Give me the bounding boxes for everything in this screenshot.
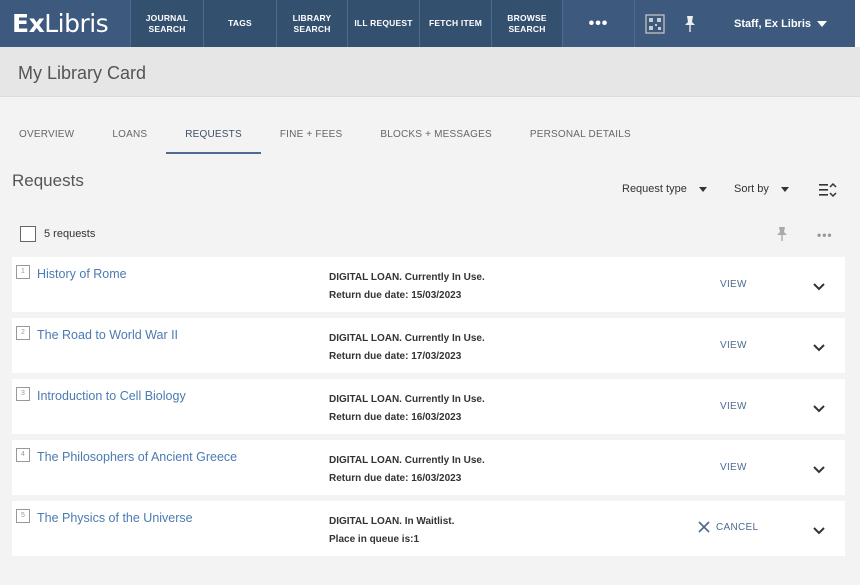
- request-status: DIGITAL LOAN. Currently In Use. Return d…: [329, 330, 485, 366]
- tab-requests[interactable]: REQUESTS: [166, 118, 261, 154]
- section-title: Requests: [12, 171, 84, 190]
- logo-libris: Libris: [44, 9, 109, 38]
- request-status: DIGITAL LOAN. In Waitlist. Place in queu…: [329, 513, 454, 549]
- nav-browse-search[interactable]: BROWSE SEARCH: [491, 0, 562, 47]
- more-options-icon[interactable]: •••: [817, 228, 833, 242]
- request-type-dropdown[interactable]: Request type: [622, 183, 707, 195]
- request-status-line2: Return due date: 16/03/2023: [329, 412, 462, 423]
- caret-down-icon: [698, 186, 707, 192]
- nav-fetch-item[interactable]: FETCH ITEM: [419, 0, 491, 47]
- nav-ill-request[interactable]: ILL REQUEST: [347, 0, 419, 47]
- chevron-down-icon[interactable]: [812, 340, 826, 358]
- nav-more-dots[interactable]: •••: [562, 0, 634, 47]
- expand-collapse-all-icon[interactable]: [819, 182, 837, 203]
- tab-personal-details[interactable]: PERSONAL DETAILS: [511, 118, 650, 154]
- qr-code-icon[interactable]: [634, 0, 674, 47]
- view-button[interactable]: VIEW: [720, 340, 747, 351]
- view-button[interactable]: VIEW: [720, 279, 747, 290]
- top-navigation-bar: Ex Libris JOURNAL SEARCH TAGS LIBRARY SEA…: [0, 0, 855, 47]
- chevron-down-icon[interactable]: [812, 279, 826, 297]
- user-name: Staff, Ex Libris: [734, 17, 812, 30]
- tab-overview[interactable]: OVERVIEW: [0, 118, 93, 154]
- request-status-line2: Return due date: 17/03/2023: [329, 351, 462, 362]
- row-number: 1: [16, 265, 30, 279]
- request-row: 3 Introduction to Cell Biology DIGITAL L…: [12, 379, 845, 434]
- logo-ex: Ex: [12, 9, 45, 38]
- pin-icon[interactable]: [674, 0, 706, 47]
- request-title-link[interactable]: The Physics of the Universe: [37, 511, 193, 525]
- row-number: 3: [16, 387, 30, 401]
- request-row: 4 The Philosophers of Ancient Greece DIG…: [12, 440, 845, 495]
- cancel-label: CANCEL: [716, 521, 759, 533]
- request-status: DIGITAL LOAN. Currently In Use. Return d…: [329, 452, 485, 488]
- user-menu[interactable]: Staff, Ex Libris: [706, 0, 855, 47]
- nav-journal-search[interactable]: JOURNAL SEARCH: [130, 0, 203, 47]
- request-status-line2: Return due date: 16/03/2023: [329, 473, 462, 484]
- sort-by-label: Sort by: [734, 183, 769, 195]
- page-title: My Library Card: [18, 63, 147, 83]
- tab-blocks-messages[interactable]: BLOCKS + MESSAGES: [361, 118, 511, 154]
- select-all-row: 5 requests: [20, 226, 95, 242]
- request-status-line1: DIGITAL LOAN. Currently In Use.: [329, 394, 485, 405]
- request-title-link[interactable]: Introduction to Cell Biology: [37, 389, 186, 403]
- pin-icon[interactable]: [776, 226, 788, 247]
- select-all-checkbox[interactable]: [20, 226, 36, 242]
- request-status-line2: Place in queue is:1: [329, 534, 420, 545]
- request-row: 5 The Physics of the Universe DIGITAL LO…: [12, 501, 845, 556]
- request-status-line1: DIGITAL LOAN. Currently In Use.: [329, 333, 485, 344]
- row-number: 2: [16, 326, 30, 340]
- request-count: 5 requests: [44, 228, 96, 240]
- close-icon: [698, 521, 710, 533]
- request-status: DIGITAL LOAN. Currently In Use. Return d…: [329, 269, 485, 305]
- cancel-button[interactable]: CANCEL: [698, 521, 758, 533]
- caret-down-icon: [780, 186, 789, 192]
- nav-library-search[interactable]: LIBRARY SEARCH: [276, 0, 347, 47]
- nav-tags[interactable]: TAGS: [203, 0, 276, 47]
- view-button[interactable]: VIEW: [720, 462, 747, 473]
- request-title-link[interactable]: The Road to World War II: [37, 328, 178, 342]
- tab-loans[interactable]: LOANS: [93, 118, 166, 154]
- row-number: 5: [16, 509, 30, 523]
- request-row: 1 History of Rome DIGITAL LOAN. Currentl…: [12, 257, 845, 312]
- request-status-line1: DIGITAL LOAN. In Waitlist.: [329, 516, 455, 527]
- chevron-down-icon[interactable]: [812, 462, 826, 480]
- request-status: DIGITAL LOAN. Currently In Use. Return d…: [329, 391, 485, 427]
- caret-down-icon: [817, 20, 828, 27]
- request-status-line1: DIGITAL LOAN. Currently In Use.: [329, 455, 485, 466]
- tab-bar: OVERVIEW LOANS REQUESTS FINE + FEES BLOC…: [0, 118, 860, 156]
- request-title-link[interactable]: History of Rome: [37, 267, 127, 281]
- tab-fine-fees[interactable]: FINE + FEES: [261, 118, 362, 154]
- row-number: 4: [16, 448, 30, 462]
- request-row: 2 The Road to World War II DIGITAL LOAN.…: [12, 318, 845, 373]
- sort-by-dropdown[interactable]: Sort by: [734, 183, 789, 195]
- exlibris-logo[interactable]: Ex Libris: [0, 0, 130, 47]
- view-button[interactable]: VIEW: [720, 401, 747, 412]
- page-header: My Library Card: [0, 47, 860, 97]
- request-status-line1: DIGITAL LOAN. Currently In Use.: [329, 272, 485, 283]
- window-edge: [855, 0, 860, 47]
- chevron-down-icon[interactable]: [812, 523, 826, 541]
- request-type-label: Request type: [622, 183, 687, 195]
- request-status-line2: Return due date: 15/03/2023: [329, 290, 462, 301]
- request-title-link[interactable]: The Philosophers of Ancient Greece: [37, 450, 237, 464]
- chevron-down-icon[interactable]: [812, 401, 826, 419]
